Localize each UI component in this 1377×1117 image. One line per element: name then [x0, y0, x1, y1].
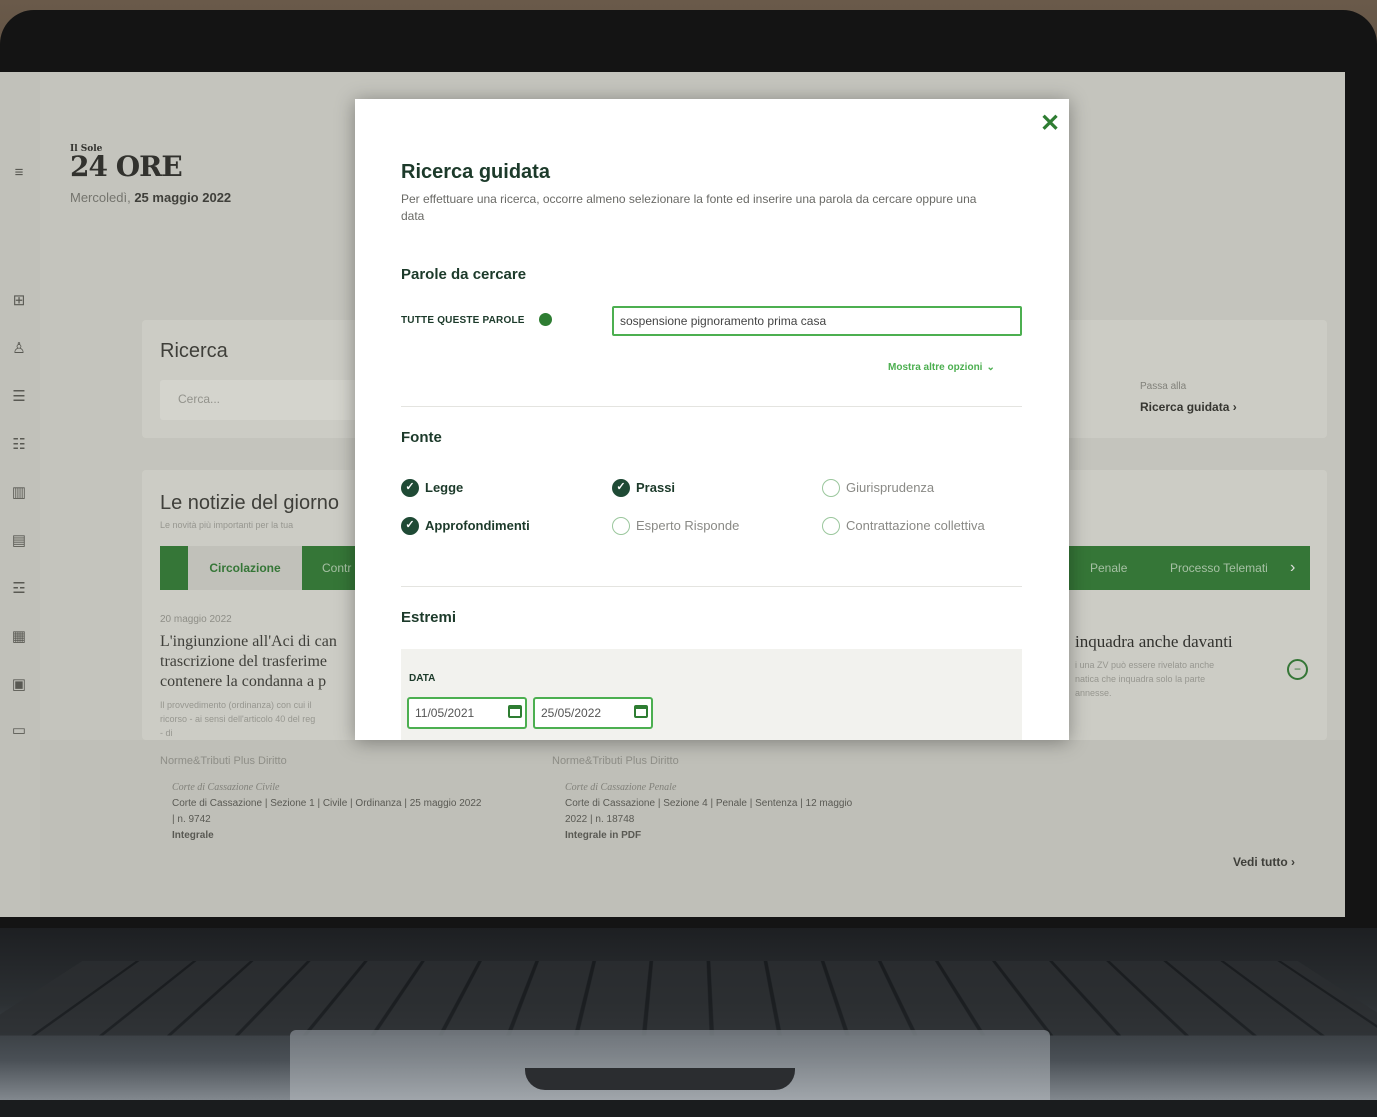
source-option-contrattazione-collettiva[interactable]: Contrattazione collettiva — [822, 517, 985, 535]
calendar-icon[interactable] — [508, 705, 522, 718]
divider — [401, 586, 1022, 587]
chevron-down-icon: ⌄ — [986, 362, 995, 373]
radio-empty-icon — [822, 517, 840, 535]
radio-empty-icon — [822, 479, 840, 497]
source-option-esperto-risponde[interactable]: Esperto Risponde — [612, 517, 739, 535]
source-option-label: Giurisprudenza — [846, 480, 935, 495]
source-option-label: Legge — [425, 480, 464, 495]
radio-empty-icon — [612, 517, 630, 535]
info-icon[interactable] — [539, 313, 552, 326]
divider — [401, 406, 1022, 407]
guided-search-modal: ✕ Ricerca guidata Per effettuare una ric… — [355, 99, 1069, 740]
modal-title: Ricerca guidata — [401, 161, 550, 183]
source-option-label: Esperto Risponde — [636, 518, 740, 533]
more-options-link[interactable]: Mostra altre opzioni ⌄ — [888, 361, 995, 373]
source-option-label: Contrattazione collettiva — [846, 518, 985, 533]
all-words-label: TUTTE QUESTE PAROLE — [401, 315, 525, 326]
calendar-icon[interactable] — [634, 705, 648, 718]
source-option-legge[interactable]: ✓ Legge — [401, 479, 463, 497]
check-icon: ✓ — [401, 479, 419, 497]
keyboard-keys — [0, 961, 1377, 1036]
source-option-approfondimenti[interactable]: ✓ Approfondimenti — [401, 517, 530, 535]
more-options-text: Mostra altre opzioni — [888, 362, 983, 373]
section-words-title: Parole da cercare — [401, 266, 527, 283]
laptop-base-edge — [0, 1100, 1377, 1117]
all-words-input[interactable] — [612, 306, 1022, 336]
close-icon[interactable]: ✕ — [1039, 112, 1061, 136]
section-extremes-title: Estremi — [401, 609, 457, 626]
section-source-title: Fonte — [401, 429, 442, 446]
source-option-giurisprudenza[interactable]: Giurisprudenza — [822, 479, 934, 497]
check-icon: ✓ — [612, 479, 630, 497]
check-icon: ✓ — [401, 517, 419, 535]
laptop-screen: ≡ ⊞ ♙ ☰ ☷ ▥ ▤ ☲ ▦ ▣ ▭ Il Sole 24 ORE Mer… — [0, 72, 1345, 917]
source-option-label: Prassi — [636, 480, 676, 495]
modal-description: Per effettuare una ricerca, occorre alme… — [401, 192, 977, 223]
source-option-label: Approfondimenti — [425, 518, 530, 533]
date-label: DATA — [409, 673, 436, 684]
laptop-notch — [525, 1068, 795, 1090]
source-option-prassi[interactable]: ✓ Prassi — [612, 479, 675, 497]
